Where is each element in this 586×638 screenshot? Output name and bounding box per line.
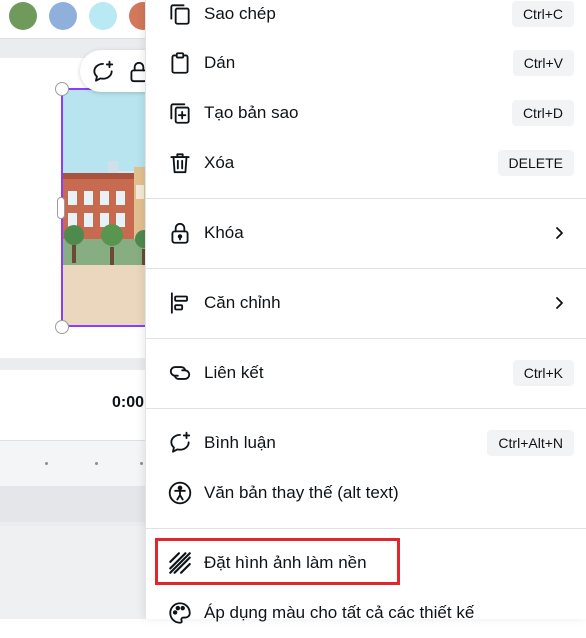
- timeline-track[interactable]: [0, 486, 160, 522]
- highlight-annotation-box: [155, 538, 400, 585]
- menu-divider: [146, 408, 586, 409]
- menu-item-align[interactable]: Căn chỉnh: [146, 278, 586, 328]
- color-swatch-light-cyan[interactable]: [89, 2, 117, 30]
- menu-item-alt-text[interactable]: Văn bản thay thế (alt text): [146, 468, 586, 518]
- menu-item-link[interactable]: Liên kết Ctrl+K: [146, 348, 586, 398]
- menu-item-copy[interactable]: Sao chép Ctrl+C: [146, 0, 586, 39]
- shortcut-badge: Ctrl+D: [511, 100, 574, 126]
- clipboard-icon: [167, 50, 193, 76]
- menu-item-label: Bình luận: [204, 433, 276, 452]
- trash-icon: [167, 150, 193, 176]
- chevron-right-icon: [556, 227, 563, 239]
- menu-divider: [146, 268, 586, 269]
- menu-divider: [146, 338, 586, 339]
- menu-item-paste[interactable]: Dán Ctrl+V: [146, 38, 586, 88]
- menu-item-label: Liên kết: [204, 363, 264, 382]
- shortcut-badge: DELETE: [497, 150, 574, 176]
- menu-item-label: Văn bản thay thế (alt text): [204, 483, 399, 502]
- menu-item-duplicate[interactable]: Tạo bản sao Ctrl+D: [146, 88, 586, 138]
- shortcut-badge: Ctrl+V: [512, 50, 574, 76]
- menu-item-label: Áp dụng màu cho tất cả các thiết kế: [204, 603, 475, 622]
- menu-item-label: Khóa: [204, 223, 244, 242]
- menu-divider: [146, 528, 586, 529]
- color-swatch-blue[interactable]: [49, 2, 77, 30]
- menu-item-lock[interactable]: Khóa: [146, 208, 586, 258]
- menu-item-label: Căn chỉnh: [204, 293, 281, 312]
- menu-divider: [146, 198, 586, 199]
- resize-handle-bottom-left[interactable]: [55, 320, 69, 334]
- shortcut-badge: Ctrl+C: [511, 1, 574, 27]
- ruler-tick: [140, 462, 143, 465]
- shortcut-badge: Ctrl+Alt+N: [487, 430, 574, 456]
- shortcut-badge: Ctrl+K: [512, 360, 574, 386]
- menu-item-comment[interactable]: Bình luận Ctrl+Alt+N: [146, 418, 586, 468]
- copy-icon: [167, 1, 193, 27]
- menu-item-label: Sao chép: [204, 4, 276, 23]
- color-palette-bar: [0, 0, 160, 39]
- link-icon: [167, 360, 193, 386]
- menu-item-delete[interactable]: Xóa DELETE: [146, 138, 586, 188]
- chevron-right-icon: [556, 297, 563, 309]
- palette-icon: [167, 600, 193, 626]
- add-comment-icon[interactable]: [90, 59, 116, 85]
- menu-item-label: Tạo bản sao: [204, 103, 299, 122]
- ruler-tick: [45, 462, 48, 465]
- context-menu: Sao chép Ctrl+C Dán Ctrl+V Tạo bản sao C…: [145, 0, 586, 624]
- align-icon: [167, 290, 193, 316]
- menu-item-label: Xóa: [204, 153, 235, 172]
- accessibility-icon: [167, 480, 193, 506]
- duplicate-icon: [167, 100, 193, 126]
- ruler-tick: [95, 462, 98, 465]
- comment-add-icon: [167, 430, 193, 456]
- color-swatch-green[interactable]: [9, 2, 37, 30]
- timeline-ruler: [0, 440, 160, 486]
- timeline-time-label: 0:00: [112, 394, 145, 411]
- resize-handle-left[interactable]: [57, 197, 65, 219]
- menu-item-apply-colors[interactable]: Áp dụng màu cho tất cả các thiết kế: [146, 588, 586, 638]
- menu-item-label: Dán: [204, 53, 236, 72]
- resize-handle-top-left[interactable]: [55, 82, 69, 96]
- timeline-track[interactable]: [0, 526, 160, 619]
- lock-icon: [167, 220, 193, 246]
